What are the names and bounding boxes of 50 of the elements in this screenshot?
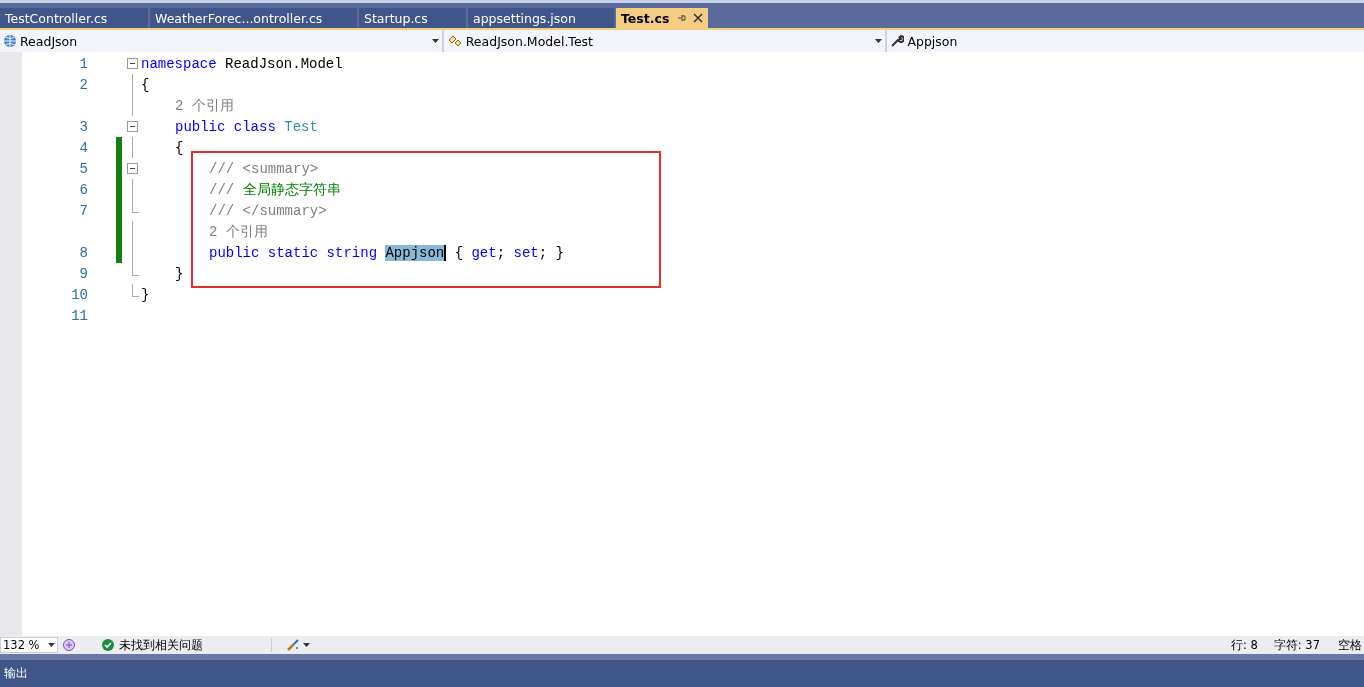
code-line: } [141,286,150,303]
line-number: 1 [78,55,88,72]
close-icon[interactable] [693,13,704,23]
caret-icon[interactable] [303,643,310,647]
code-line: /// </summary> [209,202,327,219]
file-tab[interactable]: Startup.cs [359,8,466,28]
code-line: { [175,139,184,156]
line-number: 4 [78,139,88,156]
caret-icon [431,39,439,43]
code-line: { [141,76,150,93]
line-number: 11 [70,307,88,324]
line-number: 8 [78,244,88,261]
line-number: 5 [78,160,88,177]
navigation-dropdown[interactable]: Appjson [887,30,1364,52]
collapse-icon[interactable] [127,58,138,69]
code-line: /// 全局静态字符串 [209,180,341,199]
zoom-dropdown[interactable]: 132 % [0,637,58,653]
pin-icon[interactable] [677,13,688,23]
line-number: 6 [78,181,88,198]
line-number: 2 [78,76,88,93]
class-icon [446,34,463,48]
file-tab[interactable]: Test.cs [616,8,708,28]
navigation-dropdown[interactable]: ReadJson [0,30,442,52]
code-line: public static string Appjson { get; set; } [209,244,564,261]
char-indicator: 字符: 37 [1273,637,1320,653]
reference-count[interactable]: 2 个引用 [209,222,268,241]
code-line: /// <summary> [209,160,319,177]
code-line: } [175,265,184,282]
file-tab[interactable]: appsettings.json [468,8,614,28]
globe-icon [3,34,17,48]
file-tab[interactable]: TestController.cs [0,8,148,28]
collapse-icon[interactable] [127,121,138,132]
collapse-icon[interactable] [127,163,138,174]
caret-icon [875,39,883,43]
code-line: namespace ReadJson.Model [141,55,343,72]
output-panel-title[interactable]: 输出 [4,665,28,682]
check-icon [102,639,114,651]
line-number: 10 [70,286,88,303]
line-number: 3 [78,118,88,135]
issues-status[interactable]: 未找到相关问题 [119,637,203,653]
code-line: public class Test [175,118,318,135]
wrench-icon [890,34,905,48]
line-indicator: 行: 8 [1230,637,1258,653]
file-tab[interactable]: WeatherForec...ontroller.cs [150,8,357,28]
whitespace-indicator: 空格 [1338,637,1362,653]
line-number: 7 [78,202,88,219]
caret-icon [48,643,55,647]
reference-count[interactable]: 2 个引用 [175,96,234,115]
line-number: 9 [78,265,88,282]
navigation-dropdown[interactable]: ReadJson.Model.Test [443,30,886,52]
